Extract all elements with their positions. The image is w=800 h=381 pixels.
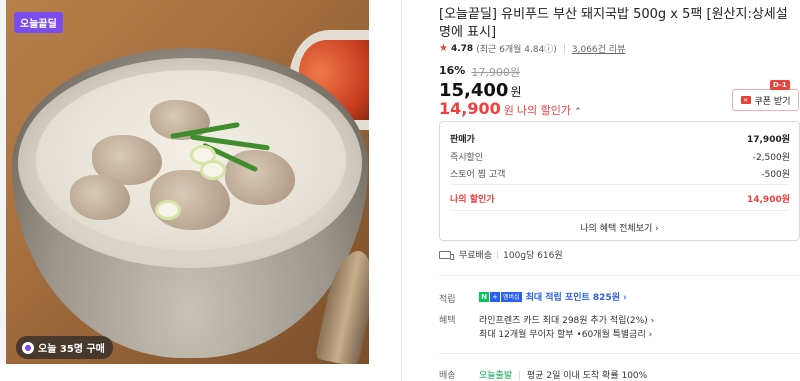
chevron-up-icon: ⌃ <box>573 107 582 117</box>
breakdown-label: 나의 할인가 <box>450 195 495 205</box>
dday-badge: D-1 <box>770 80 790 90</box>
benefit-installment[interactable]: 최대 12개월 무이자 할부 •60개월 특별금리 › <box>479 327 652 340</box>
product-info: [오늘끝딜] 유비푸드 부산 돼지국밥 500g x 5팩 [원산지:상세설명에… <box>401 0 800 381</box>
my-price[interactable]: 14,900 원 나의 할인가 ⌃ <box>439 99 582 118</box>
breakdown-label: 판매가 <box>450 135 475 145</box>
breakdown-label: 스토어 찜 고객 <box>450 170 506 180</box>
sale-price-unit: 원 <box>510 85 522 99</box>
breakdown-row: 판매가 17,900원 <box>450 132 790 145</box>
sale-price: 15,400 원 <box>439 80 522 101</box>
original-price: 17,900원 <box>471 66 520 79</box>
breakdown-value: 17,900원 <box>746 135 790 145</box>
rating-score: 4.78 <box>450 43 474 54</box>
deal-tag: 오늘끝딜 <box>14 12 63 33</box>
breakdown-row-my-price: 나의 할인가 14,900원 <box>450 192 790 205</box>
coupon-icon: ✕ <box>740 96 751 104</box>
npay-member: 멤버십 <box>501 291 522 302</box>
breakdown-row: 즉시할인 -2,500원 <box>450 150 790 163</box>
section-divider <box>439 353 800 354</box>
truck-icon <box>439 250 454 260</box>
delivery-text: 평균 2일 이내 도착 확률 100% <box>526 371 648 381</box>
all-benefits-link[interactable]: 나의 혜택 전체보기 › <box>440 221 799 234</box>
divider: | <box>496 249 500 260</box>
my-price-value: 14,900 <box>439 99 501 118</box>
coupon-button[interactable]: ✕ 쿠폰 받기 <box>732 89 799 111</box>
divider: | <box>518 371 522 381</box>
sale-price-value: 15,400 <box>439 80 509 101</box>
divider: | <box>562 43 566 54</box>
product-title: [오늘끝딜] 유비푸드 부산 돼지국밥 500g x 5팩 [원산지:상세설명에… <box>439 7 788 40</box>
star-icon: ★ <box>439 43 448 54</box>
delivery-highlight: 오늘출발 <box>479 371 513 381</box>
rating-row: ★ 4.78 (최근 6개월 4.84ⓘ) | 3,066건 리뷰 <box>439 42 625 55</box>
breakdown-label: 즉시할인 <box>450 153 484 163</box>
discount-line: 16% 17,900원 <box>439 64 520 80</box>
unit-price: 100g당 616원 <box>503 251 563 261</box>
section-divider <box>439 275 800 276</box>
buyers-badge: ● 오늘 35명 구매 <box>16 336 113 359</box>
divider <box>450 210 790 211</box>
benefits-label: 혜택 <box>439 316 456 326</box>
price-breakdown: 판매가 17,900원 즉시할인 -2,500원 스토어 찜 고객 -500원 … <box>439 121 800 241</box>
discount-percent: 16% <box>439 64 466 77</box>
buyers-badge-text: 오늘 35명 구매 <box>38 344 105 355</box>
npay-membership-icon: N + 멤버십 <box>479 291 522 302</box>
shipping-label: 무료배송 <box>459 251 493 261</box>
npay-plus: + <box>490 291 500 302</box>
recent-rating[interactable]: (최근 6개월 4.84ⓘ) <box>476 42 557 55</box>
breakdown-row: 스토어 찜 고객 -500원 <box>450 167 790 180</box>
breakdown-value: -500원 <box>761 170 790 180</box>
points-label: 적립 <box>439 295 456 305</box>
coupon-label: 쿠폰 받기 <box>754 96 791 107</box>
points-row[interactable]: N + 멤버십 최대 적립 포인트 825원 › <box>479 290 627 303</box>
onion-slice <box>200 160 226 180</box>
divider <box>450 184 790 185</box>
purchase-icon: ● <box>22 341 34 354</box>
points-text: 최대 적립 포인트 825원 › <box>525 293 627 303</box>
image-edge <box>0 0 6 364</box>
shipping-row: 무료배송 | 100g당 616원 <box>439 248 563 261</box>
breakdown-value: -2,500원 <box>752 153 790 163</box>
breakdown-value: 14,900원 <box>746 195 790 205</box>
my-price-label: 나의 할인가 <box>516 104 571 117</box>
product-image[interactable]: 오늘끝딜 ● 오늘 35명 구매 <box>0 0 369 364</box>
benefit-card[interactable]: 라인프렌즈 카드 최대 298원 추가 적립(2%) › <box>479 313 654 326</box>
onion-slice <box>155 200 181 220</box>
delivery-label: 배송 <box>439 371 456 381</box>
delivery-row: 오늘출발 | 평균 2일 이내 도착 확률 100% <box>479 368 647 381</box>
npay-n: N <box>479 291 489 302</box>
reviews-link[interactable]: 3,066건 리뷰 <box>572 42 625 55</box>
my-price-unit: 원 <box>503 104 514 117</box>
